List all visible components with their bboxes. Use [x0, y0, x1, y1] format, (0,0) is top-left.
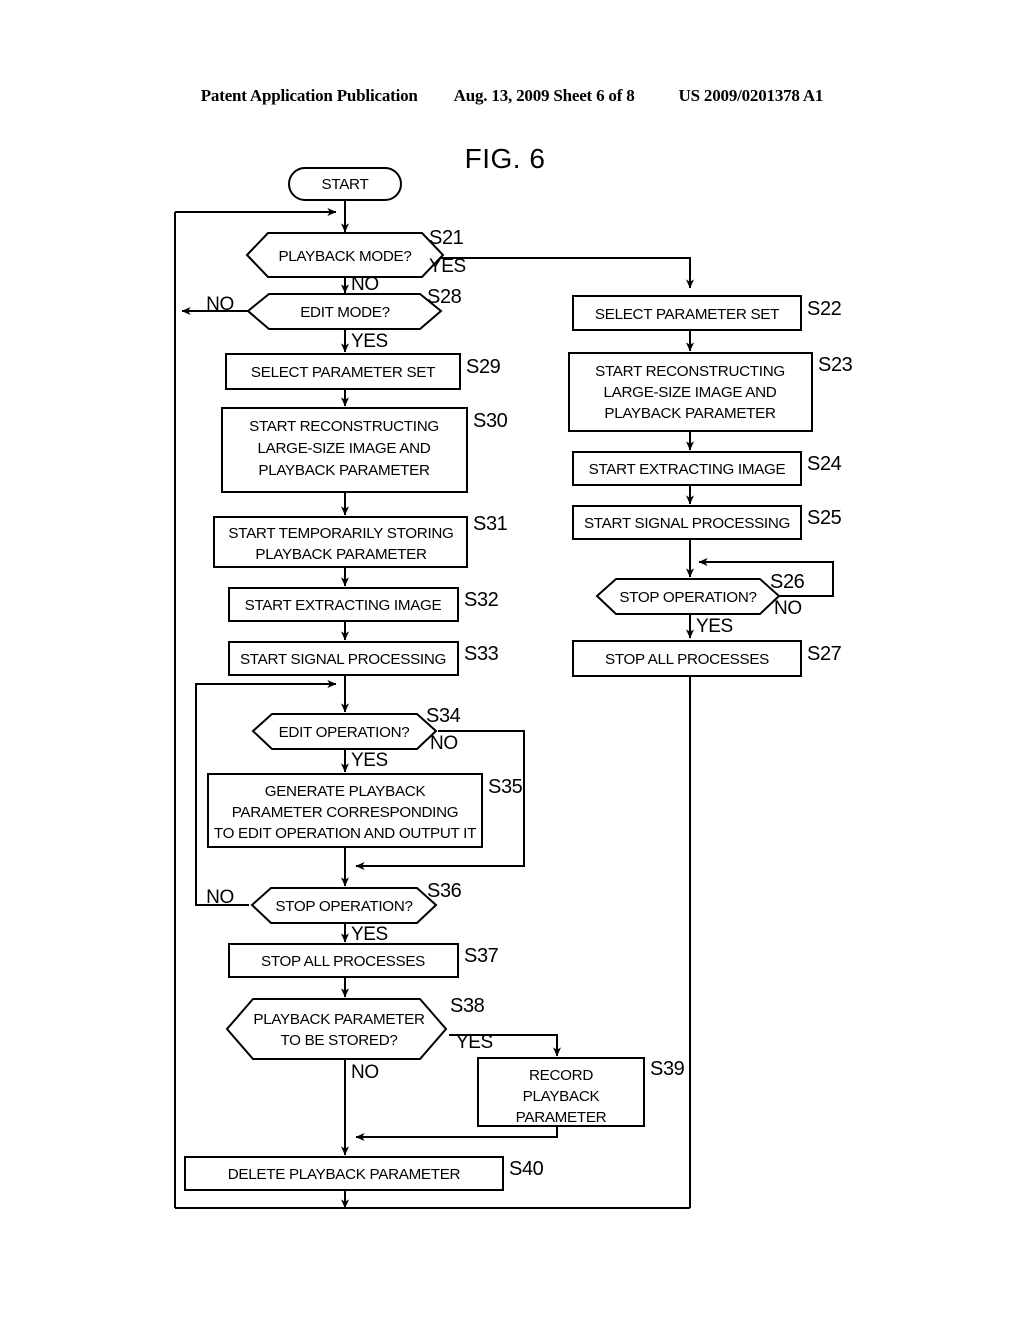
s38-label-line2: TO BE STORED?: [280, 1032, 397, 1049]
s34-step-id: S34: [426, 705, 461, 727]
s26-yes-label: YES: [696, 616, 733, 637]
s25-label: START SIGNAL PROCESSING: [584, 515, 790, 532]
node-s36-stop-operation[interactable]: STOP OPERATION?: [250, 887, 438, 924]
s39-step-id: S39: [650, 1058, 685, 1080]
node-s32-start-extracting-image[interactable]: START EXTRACTING IMAGE: [228, 587, 459, 622]
node-s24-start-extracting-image[interactable]: START EXTRACTING IMAGE: [572, 451, 802, 486]
s35-step-id: S35: [488, 776, 523, 798]
node-s35-generate-playback-parameter[interactable]: GENERATE PLAYBACK PARAMETER CORRESPONDIN…: [207, 773, 483, 848]
node-s30-start-reconstructing[interactable]: START RECONSTRUCTING LARGE-SIZE IMAGE AN…: [221, 407, 468, 493]
node-s29-select-parameter-set[interactable]: SELECT PARAMETER SET: [225, 353, 461, 390]
node-s27-stop-all-processes[interactable]: STOP ALL PROCESSES: [572, 640, 802, 677]
s40-label: DELETE PLAYBACK PARAMETER: [228, 1166, 461, 1183]
s36-label: STOP OPERATION?: [275, 898, 412, 915]
node-s40-delete-playback-parameter[interactable]: DELETE PLAYBACK PARAMETER: [184, 1156, 504, 1191]
s34-no-label: NO: [430, 733, 458, 754]
s37-label: STOP ALL PROCESSES: [261, 953, 425, 970]
s26-step-id: S26: [770, 571, 805, 593]
s40-step-id: S40: [509, 1158, 544, 1180]
s38-yes-label: YES: [456, 1032, 493, 1053]
s26-no-label: NO: [774, 598, 802, 619]
node-s22-select-parameter-set[interactable]: SELECT PARAMETER SET: [572, 295, 802, 331]
s34-yes-label: YES: [351, 750, 388, 771]
s30-label-line2: LARGE-SIZE IMAGE AND: [258, 440, 431, 457]
s29-label: SELECT PARAMETER SET: [251, 364, 435, 381]
s22-step-id: S22: [807, 298, 842, 320]
node-s38-playback-parameter-stored[interactable]: PLAYBACK PARAMETER TO BE STORED?: [225, 998, 448, 1060]
s36-yes-label: YES: [351, 924, 388, 945]
s31-step-id: S31: [473, 513, 508, 535]
start-label: START: [322, 176, 369, 193]
s35-label-line2: PARAMETER CORRESPONDING: [232, 804, 459, 821]
s32-label: START EXTRACTING IMAGE: [245, 597, 442, 614]
patent-page: Patent Application Publication Aug. 13, …: [0, 0, 1024, 1320]
s39-label-line3: PARAMETER: [516, 1109, 607, 1126]
s35-label-line1: GENERATE PLAYBACK: [265, 783, 426, 800]
figure-title: FIG. 6: [465, 143, 546, 174]
s28-label: EDIT MODE?: [300, 304, 390, 321]
s21-no-label: NO: [351, 274, 379, 295]
node-s26-stop-operation[interactable]: STOP OPERATION?: [595, 578, 781, 615]
s31-label-line1: START TEMPORARILY STORING: [228, 525, 453, 542]
node-s23-start-reconstructing[interactable]: START RECONSTRUCTING LARGE-SIZE IMAGE AN…: [568, 352, 813, 432]
s39-label-line1: RECORD: [529, 1067, 593, 1084]
s31-label-line2: PLAYBACK PARAMETER: [255, 546, 427, 563]
s26-label: STOP OPERATION?: [619, 589, 756, 606]
s23-label-line2: LARGE-SIZE IMAGE AND: [604, 384, 777, 401]
s27-label: STOP ALL PROCESSES: [605, 651, 769, 668]
node-s31-temporarily-storing[interactable]: START TEMPORARILY STORING PLAYBACK PARAM…: [213, 516, 468, 568]
s27-step-id: S27: [807, 643, 842, 665]
node-start[interactable]: START: [288, 167, 402, 201]
s30-label-line3: PLAYBACK PARAMETER: [258, 462, 430, 479]
s35-label-line3: TO EDIT OPERATION AND OUTPUT IT: [214, 825, 476, 842]
s38-decision-shape: [225, 998, 448, 1060]
s36-step-id: S36: [427, 880, 462, 902]
s22-label: SELECT PARAMETER SET: [595, 306, 779, 323]
figure-6-flowchart: FIG. 6 START PLAYBACK MODE? S21 YES NO E…: [174, 143, 853, 1209]
node-s37-stop-all-processes[interactable]: STOP ALL PROCESSES: [228, 943, 459, 978]
s30-step-id: S30: [473, 410, 508, 432]
s24-step-id: S24: [807, 453, 842, 475]
s29-step-id: S29: [466, 356, 501, 378]
s28-yes-label: YES: [351, 331, 388, 352]
s23-step-id: S23: [818, 354, 853, 376]
s25-step-id: S25: [807, 507, 842, 529]
s36-no-label: NO: [206, 887, 234, 908]
s24-label: START EXTRACTING IMAGE: [589, 461, 786, 478]
s28-no-label: NO: [206, 294, 234, 315]
s21-label: PLAYBACK MODE?: [278, 248, 411, 265]
s32-step-id: S32: [464, 589, 499, 611]
s34-label: EDIT OPERATION?: [279, 724, 410, 741]
s23-label-line3: PLAYBACK PARAMETER: [604, 405, 776, 422]
s38-no-label: NO: [351, 1062, 379, 1083]
s39-label-line2: PLAYBACK: [523, 1088, 600, 1105]
s28-step-id: S28: [427, 286, 462, 308]
node-s33-start-signal-processing[interactable]: START SIGNAL PROCESSING: [228, 641, 459, 676]
s21-yes-label: YES: [429, 256, 466, 277]
node-s21-playback-mode[interactable]: PLAYBACK MODE?: [245, 232, 445, 278]
s33-step-id: S33: [464, 643, 499, 665]
s21-step-id: S21: [429, 227, 464, 249]
node-s25-start-signal-processing[interactable]: START SIGNAL PROCESSING: [572, 505, 802, 540]
s33-label: START SIGNAL PROCESSING: [240, 651, 446, 668]
s30-label-line1: START RECONSTRUCTING: [249, 418, 439, 435]
s23-label-line1: START RECONSTRUCTING: [595, 363, 785, 380]
node-s28-edit-mode[interactable]: EDIT MODE?: [246, 293, 443, 330]
node-s39-record-playback-parameter[interactable]: RECORD PLAYBACK PARAMETER: [477, 1057, 645, 1127]
node-s34-edit-operation[interactable]: EDIT OPERATION?: [251, 713, 438, 750]
s38-step-id: S38: [450, 995, 485, 1017]
s38-label-line1: PLAYBACK PARAMETER: [253, 1011, 425, 1028]
s37-step-id: S37: [464, 945, 499, 967]
